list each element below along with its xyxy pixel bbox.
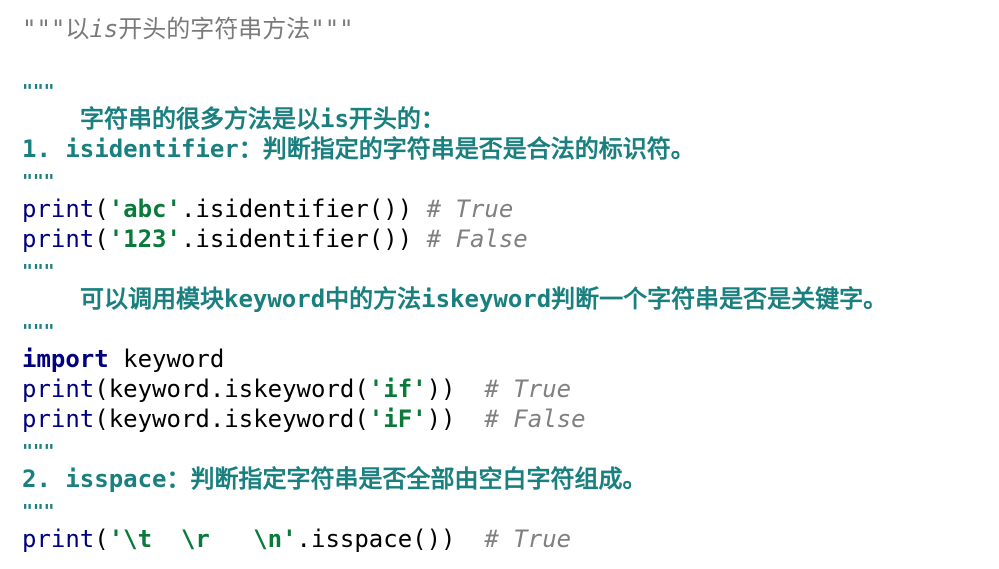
code-comment: # False: [426, 225, 528, 253]
docstring-quote: """: [22, 321, 55, 342]
method-call: .isidentifier()): [180, 225, 413, 253]
docstring-quote-line: """: [22, 494, 982, 524]
code-punctuation: (: [94, 225, 109, 253]
code-punctuation: )): [426, 375, 456, 403]
code-line: print('123'.isidentifier()) # False: [22, 224, 982, 254]
string-literal: '123': [108, 225, 181, 253]
docstring-quote-line: """: [22, 434, 982, 464]
function-name: print: [22, 195, 95, 223]
docstring-quote-line: """: [22, 164, 982, 194]
docstring-quote: """: [22, 501, 55, 522]
docstring-quote: """: [310, 15, 354, 43]
docstring-line: 字符串的很多方法是以is开头的：: [22, 104, 982, 134]
code-line: print(keyword.iskeyword('if')) # True: [22, 374, 982, 404]
docstring-heading: 2. isspace: [22, 465, 167, 493]
code-comment: # True: [484, 375, 572, 403]
function-name: print: [22, 525, 95, 553]
method-call: (keyword.iskeyword(: [94, 405, 369, 433]
docstring-text: 可以调用模块keyword中的方法iskeyword判断一个字符串是否是关键字。: [80, 285, 888, 313]
import-keyword: import: [22, 345, 109, 373]
docstring-line: 1. isidentifier：判断指定的字符串是否是合法的标识符。: [22, 134, 982, 164]
docstring-quote: """: [22, 261, 55, 282]
function-name: print: [22, 405, 95, 433]
docstring-quote: """: [22, 81, 55, 102]
code-punctuation: )): [426, 405, 456, 433]
string-literal: 'iF': [368, 405, 427, 433]
docstring-quote-line: """: [22, 254, 982, 284]
docstring-line: 可以调用模块keyword中的方法iskeyword判断一个字符串是否是关键字。: [22, 284, 982, 314]
docstring-quote-line: """: [22, 314, 982, 344]
docstring-title-line: """以is开头的字符串方法""": [22, 14, 982, 44]
docstring-quote: """: [22, 15, 66, 43]
docstring-title-text-rest: 开头的字符串方法: [118, 15, 311, 43]
code-line: print(keyword.iskeyword('iF')) # False: [22, 404, 982, 434]
code-line: import keyword: [22, 344, 982, 374]
docstring-text: ：判断指定字符串是否全部由空白字符组成。: [166, 465, 647, 493]
string-literal: '\t \r \n': [108, 525, 297, 553]
code-punctuation: (: [94, 525, 109, 553]
docstring-heading: 1. isidentifier: [22, 135, 239, 163]
code-line: print('abc'.isidentifier()) # True: [22, 194, 982, 224]
function-name: print: [22, 225, 95, 253]
docstring-title-italic: is: [89, 15, 119, 43]
code-editor[interactable]: """以is开头的字符串方法""" """ 字符串的很多方法是以is开头的： 1…: [22, 14, 982, 554]
code-line: print('\t \r \n'.isspace()) # True: [22, 524, 982, 554]
string-literal: 'abc': [108, 195, 181, 223]
method-call: (keyword.iskeyword(: [94, 375, 369, 403]
docstring-text: 字符串的很多方法是以is开头的：: [80, 105, 445, 133]
code-comment: # False: [484, 405, 586, 433]
docstring-quote-line: """: [22, 74, 982, 104]
docstring-title-text: 以: [65, 15, 90, 43]
code-comment: # True: [426, 195, 514, 223]
docstring-text: ：判断指定的字符串是否是合法的标识符。: [238, 135, 695, 163]
function-name: print: [22, 375, 95, 403]
docstring-quote: """: [22, 171, 55, 192]
module-name: keyword: [108, 345, 225, 373]
docstring-line: 2. isspace：判断指定字符串是否全部由空白字符组成。: [22, 464, 982, 494]
docstring-quote: """: [22, 441, 55, 462]
string-literal: 'if': [368, 375, 427, 403]
code-comment: # True: [484, 525, 572, 553]
method-call: .isspace()): [296, 525, 456, 553]
code-punctuation: (: [94, 195, 109, 223]
method-call: .isidentifier()): [180, 195, 413, 223]
